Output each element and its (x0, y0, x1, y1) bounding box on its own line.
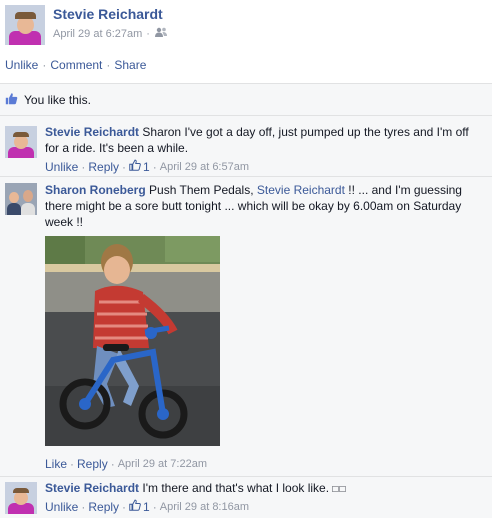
likes-row: You like this. (5, 92, 91, 108)
comment-author[interactable]: Stevie Reichardt (45, 481, 139, 495)
post-timestamp[interactable]: April 29 at 6:27am (53, 28, 142, 40)
mention-link[interactable]: Stevie Reichardt (257, 183, 345, 197)
comment-text: Push Them Pedals, (149, 183, 254, 197)
comment-body: Sharon Roneberg Push Them Pedals, Stevie… (45, 182, 486, 230)
ufi-top-divider (0, 83, 492, 84)
comment-timestamp[interactable]: April 29 at 6:57am (160, 161, 249, 173)
comment-actions: Unlike · Reply · 1 · April 29 at 6:57am (45, 159, 250, 174)
post-meta: April 29 at 6:27am · (53, 27, 168, 40)
unsupported-glyphs: □□ (332, 484, 347, 495)
likes-divider (0, 115, 492, 116)
post-actions: Unlike · Comment · Share (5, 58, 147, 72)
commenter-avatar[interactable] (5, 183, 37, 215)
comment-reply-button[interactable]: Reply (77, 457, 108, 471)
comment-author[interactable]: Stevie Reichardt (45, 125, 139, 139)
comment-timestamp[interactable]: April 29 at 7:22am (118, 458, 207, 470)
commenter-avatar[interactable] (5, 126, 37, 158)
author-avatar[interactable] (5, 5, 45, 45)
comment-button[interactable]: Comment (50, 58, 102, 72)
comment-photo[interactable] (45, 236, 220, 446)
comment-timestamp[interactable]: April 29 at 8:16am (160, 501, 249, 513)
commenter-avatar[interactable] (5, 482, 37, 514)
comment-author[interactable]: Sharon Roneberg (45, 183, 146, 197)
likes-text[interactable]: You like this. (24, 93, 91, 107)
thumbs-up-icon (129, 499, 141, 514)
comment-reply-button[interactable]: Reply (88, 160, 119, 174)
comment-body: Stevie Reichardt Sharon I've got a day o… (45, 124, 486, 156)
comment-text: I'm there and that's what I look like. (142, 481, 330, 495)
comment-unlike-button[interactable]: Unlike (45, 500, 78, 514)
child-on-bike-photo (45, 236, 220, 446)
comment-actions: Unlike · Reply · 1 · April 29 at 8:16am (45, 499, 250, 514)
comment-unlike-button[interactable]: Unlike (45, 160, 78, 174)
comment-actions: Like · Reply · April 29 at 7:22am (45, 457, 207, 471)
comment-like-button[interactable]: Like (45, 457, 67, 471)
unlike-button[interactable]: Unlike (5, 58, 38, 72)
friends-icon[interactable] (154, 27, 168, 40)
post-header: Stevie Reichardt April 29 at 6:27am · (0, 0, 492, 52)
comment-divider (0, 476, 492, 477)
comment-body: Stevie Reichardt I'm there and that's wh… (45, 480, 486, 498)
comment-like-count[interactable]: 1 (129, 499, 150, 514)
thumbs-up-icon (5, 92, 18, 108)
thumbs-up-icon (129, 159, 141, 174)
comment-reply-button[interactable]: Reply (88, 500, 119, 514)
comment-like-count[interactable]: 1 (129, 159, 150, 174)
post-author-name[interactable]: Stevie Reichardt (53, 6, 163, 22)
comment-divider (0, 176, 492, 177)
share-button[interactable]: Share (114, 58, 146, 72)
